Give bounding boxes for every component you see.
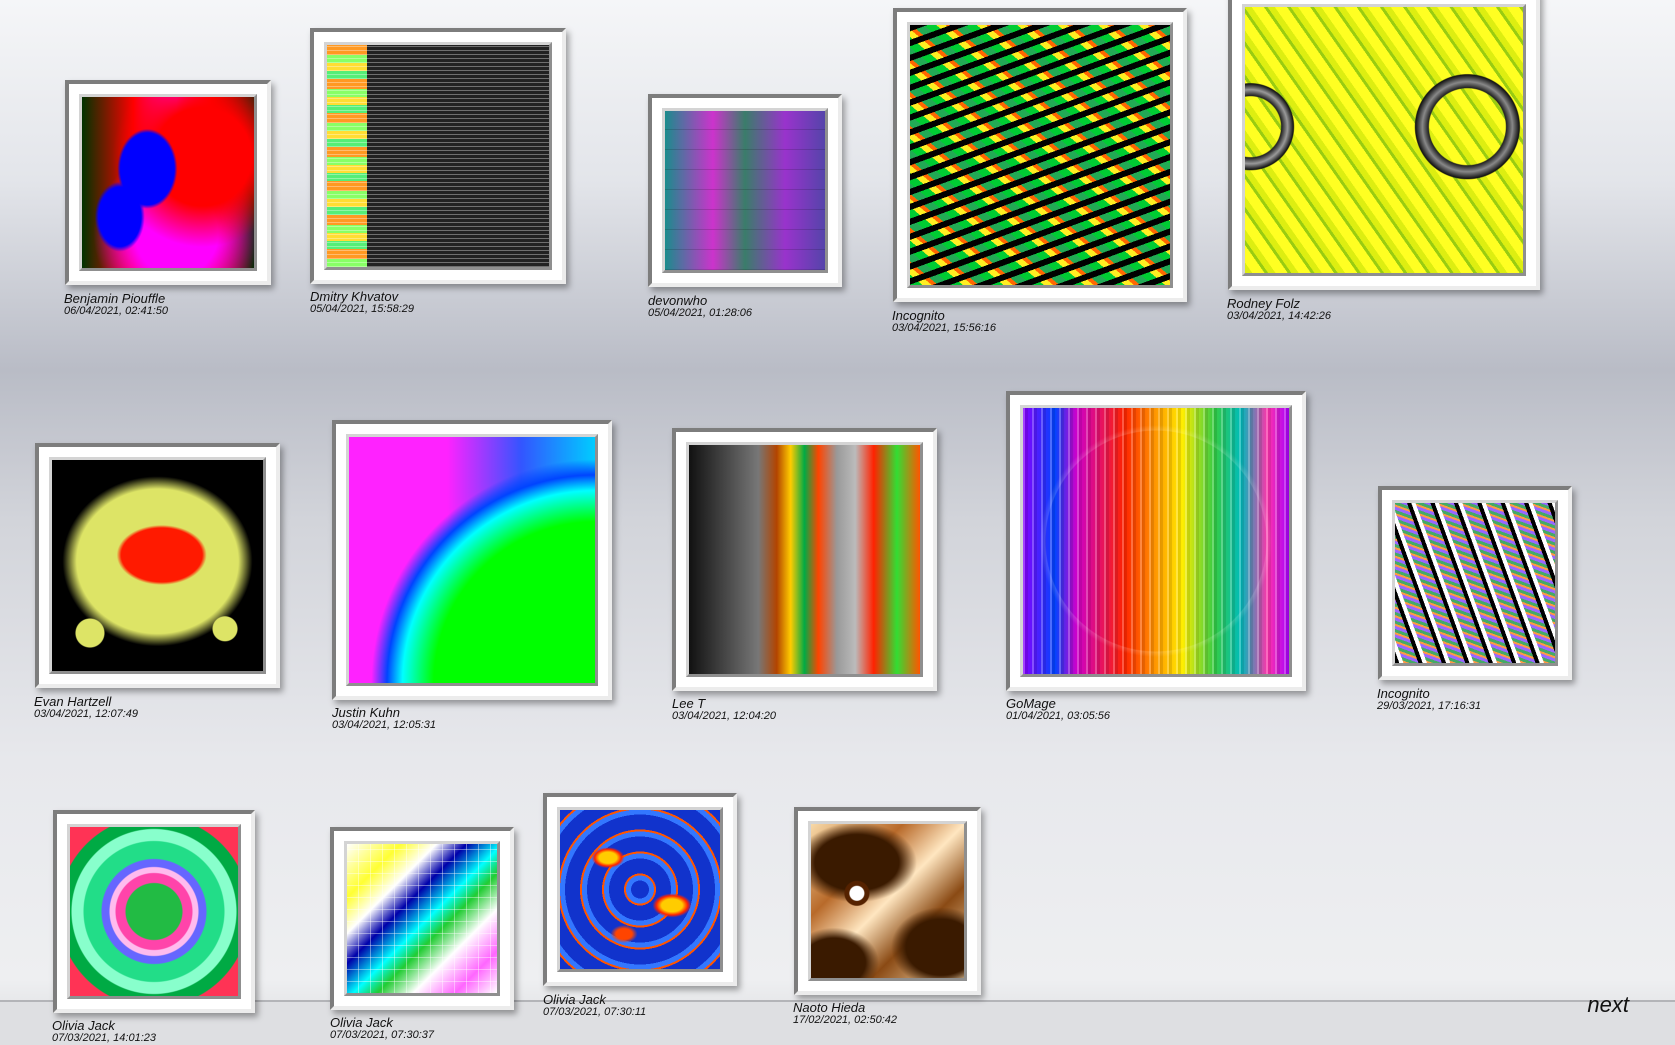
artwork-frame[interactable] bbox=[648, 94, 842, 287]
artwork-frame[interactable] bbox=[330, 827, 514, 1010]
artwork-date: 17/02/2021, 02:50:42 bbox=[793, 1014, 897, 1026]
artwork-date: 03/04/2021, 12:04:20 bbox=[672, 710, 776, 722]
artwork-date: 07/03/2021, 14:01:23 bbox=[52, 1032, 156, 1044]
artwork-author[interactable]: Incognito bbox=[892, 309, 996, 322]
artwork-caption: devonwho 05/04/2021, 01:28:06 bbox=[648, 294, 752, 319]
artwork-caption: Dmitry Khvatov 05/04/2021, 15:58:29 bbox=[310, 290, 414, 315]
artwork-image bbox=[346, 434, 598, 686]
artwork-frame[interactable] bbox=[35, 443, 280, 688]
artwork-author[interactable]: Rodney Folz bbox=[1227, 297, 1331, 310]
artwork-image bbox=[344, 841, 500, 996]
artwork-image bbox=[1392, 500, 1558, 666]
artwork-caption: Benjamin Piouffle 06/04/2021, 02:41:50 bbox=[64, 292, 168, 317]
artwork-caption: Incognito 29/03/2021, 17:16:31 bbox=[1377, 687, 1481, 712]
artwork-image bbox=[686, 442, 923, 677]
artwork-date: 05/04/2021, 01:28:06 bbox=[648, 307, 752, 319]
next-page-link[interactable]: next bbox=[1587, 992, 1629, 1018]
artwork-frame[interactable] bbox=[1228, 0, 1540, 290]
artwork-frame[interactable] bbox=[65, 80, 271, 285]
artwork-image bbox=[1020, 405, 1292, 677]
artwork-caption: Rodney Folz 03/04/2021, 14:42:26 bbox=[1227, 297, 1331, 322]
artwork-image bbox=[1242, 4, 1526, 276]
artwork-image bbox=[557, 807, 723, 972]
artwork-author[interactable]: Benjamin Piouffle bbox=[64, 292, 168, 305]
artwork-author[interactable]: Olivia Jack bbox=[543, 993, 646, 1006]
artwork-author[interactable]: Dmitry Khvatov bbox=[310, 290, 414, 303]
artwork-image bbox=[79, 94, 257, 271]
artwork-frame[interactable] bbox=[543, 793, 737, 986]
artwork-date: 03/04/2021, 15:56:16 bbox=[892, 322, 996, 334]
artwork-frame[interactable] bbox=[332, 420, 612, 700]
artwork-author[interactable]: Olivia Jack bbox=[330, 1016, 434, 1029]
artwork-frame[interactable] bbox=[1378, 486, 1572, 680]
artwork-date: 03/04/2021, 12:07:49 bbox=[34, 708, 138, 720]
artwork-author[interactable]: Naoto Hieda bbox=[793, 1001, 897, 1014]
artwork-author[interactable]: Olivia Jack bbox=[52, 1019, 156, 1032]
artwork-caption: Evan Hartzell 03/04/2021, 12:07:49 bbox=[34, 695, 138, 720]
artwork-caption: Olivia Jack 07/03/2021, 07:30:11 bbox=[543, 993, 646, 1018]
artwork-date: 03/04/2021, 12:05:31 bbox=[332, 719, 436, 731]
artwork-author[interactable]: Justin Kuhn bbox=[332, 706, 436, 719]
artwork-frame[interactable] bbox=[893, 8, 1187, 302]
artwork-date: 05/04/2021, 15:58:29 bbox=[310, 303, 414, 315]
artwork-date: 01/04/2021, 03:05:56 bbox=[1006, 710, 1110, 722]
artwork-caption: Olivia Jack 07/03/2021, 14:01:23 bbox=[52, 1019, 156, 1044]
artwork-image bbox=[662, 108, 828, 273]
artwork-frame[interactable] bbox=[53, 810, 255, 1013]
artwork-frame[interactable] bbox=[1006, 391, 1306, 691]
artwork-caption: Justin Kuhn 03/04/2021, 12:05:31 bbox=[332, 706, 436, 731]
artwork-author[interactable]: Incognito bbox=[1377, 687, 1481, 700]
artwork-author[interactable]: devonwho bbox=[648, 294, 752, 307]
artwork-image bbox=[49, 457, 266, 674]
artwork-date: 06/04/2021, 02:41:50 bbox=[64, 305, 168, 317]
artwork-image bbox=[67, 824, 241, 999]
artwork-caption: Olivia Jack 07/03/2021, 07:30:37 bbox=[330, 1016, 434, 1041]
artwork-date: 07/03/2021, 07:30:37 bbox=[330, 1029, 434, 1041]
artwork-caption: Naoto Hieda 17/02/2021, 02:50:42 bbox=[793, 1001, 897, 1026]
artwork-frame[interactable] bbox=[672, 428, 937, 691]
artwork-author[interactable]: GoMage bbox=[1006, 697, 1110, 710]
artwork-author[interactable]: Evan Hartzell bbox=[34, 695, 138, 708]
artwork-frame[interactable] bbox=[794, 807, 981, 995]
artwork-caption: Lee T 03/04/2021, 12:04:20 bbox=[672, 697, 776, 722]
artwork-image bbox=[808, 821, 967, 981]
artwork-image bbox=[324, 42, 552, 270]
artwork-date: 03/04/2021, 14:42:26 bbox=[1227, 310, 1331, 322]
artwork-caption: GoMage 01/04/2021, 03:05:56 bbox=[1006, 697, 1110, 722]
artwork-date: 07/03/2021, 07:30:11 bbox=[543, 1006, 647, 1018]
artwork-frame[interactable] bbox=[310, 28, 566, 284]
artwork-date: 29/03/2021, 17:16:31 bbox=[1377, 700, 1481, 712]
artwork-caption: Incognito 03/04/2021, 15:56:16 bbox=[892, 309, 996, 334]
artwork-author[interactable]: Lee T bbox=[672, 697, 776, 710]
artwork-image bbox=[907, 22, 1173, 288]
